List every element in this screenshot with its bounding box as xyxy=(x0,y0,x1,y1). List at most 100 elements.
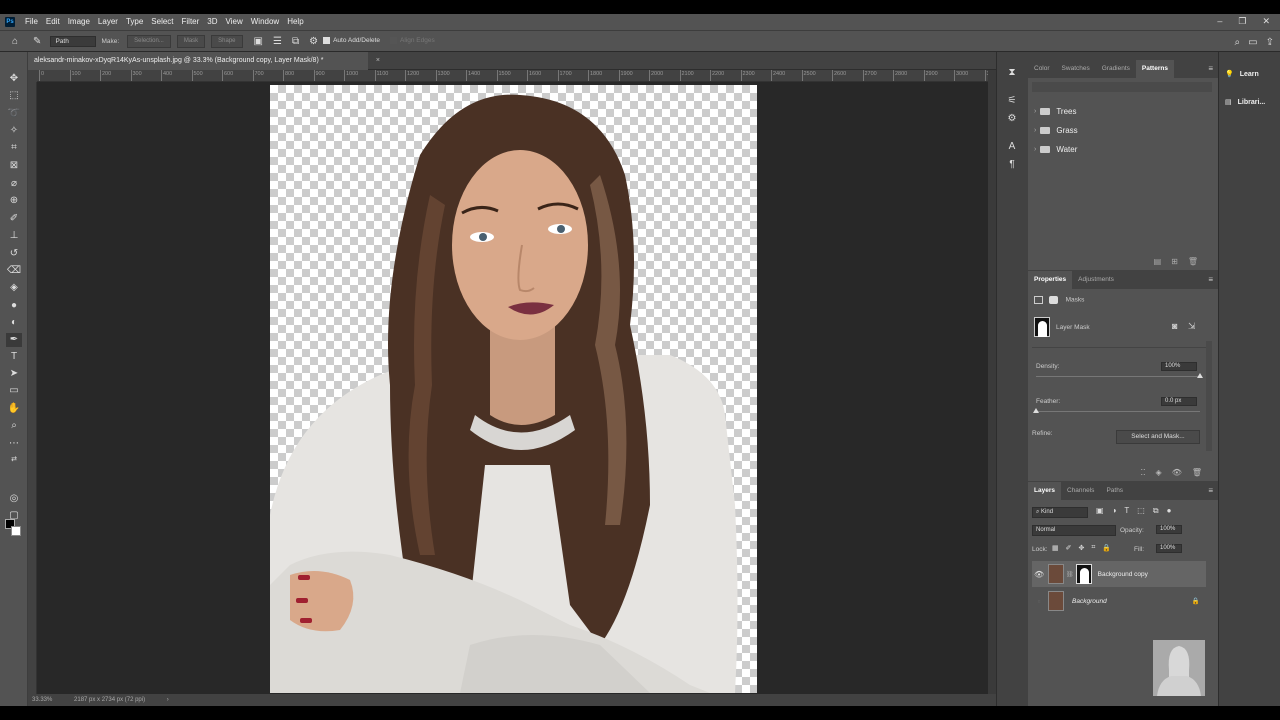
paint-bucket-tool-icon[interactable]: ◈ xyxy=(6,281,22,295)
history-icon[interactable]: ⧗ xyxy=(1005,66,1019,80)
tab-color[interactable]: Color xyxy=(1028,60,1056,78)
lock-position-icon[interactable]: ✥ xyxy=(1079,544,1085,552)
eye-icon[interactable]: 👁 xyxy=(1172,468,1182,477)
lock-all-icon[interactable]: 🔒 xyxy=(1102,544,1111,552)
dodge-tool-icon[interactable]: ◐ xyxy=(6,316,22,330)
menu-select[interactable]: Select xyxy=(147,14,177,30)
screen-mode-icon[interactable]: ▢ xyxy=(6,509,22,523)
more-tools-icon[interactable]: ⋯ xyxy=(6,437,22,451)
learn-panel-button[interactable]: 💡 Learn xyxy=(1225,70,1259,79)
filter-adjustment-icon[interactable]: ◑ xyxy=(1112,506,1117,516)
menu-file[interactable]: File xyxy=(21,14,42,30)
select-and-mask-button[interactable]: Select and Mask... xyxy=(1116,430,1200,444)
panel-menu-icon[interactable]: ≡ xyxy=(1208,486,1213,495)
character-icon[interactable]: A xyxy=(1005,140,1019,154)
tab-swatches[interactable]: Swatches xyxy=(1056,60,1096,78)
filter-smart-object-icon[interactable]: ⧉ xyxy=(1153,506,1159,516)
eye-icon[interactable]: 👁 xyxy=(1034,570,1044,579)
menu-edit[interactable]: Edit xyxy=(42,14,64,30)
crop-tool-icon[interactable]: ⌗ xyxy=(6,141,22,155)
panel-menu-icon[interactable]: ≡ xyxy=(1208,64,1213,73)
share-icon[interactable]: ⇪ xyxy=(1266,37,1274,48)
paragraph-icon[interactable]: ¶ xyxy=(1005,158,1019,172)
path-alignment-icon[interactable]: ☰ xyxy=(273,36,282,47)
density-field[interactable]: 100% xyxy=(1161,362,1197,371)
select-mask-icon[interactable]: ◙ xyxy=(1172,321,1177,331)
path-selection-tool-icon[interactable]: ➤ xyxy=(6,367,22,381)
marquee-tool-icon[interactable]: ⬚ xyxy=(6,89,22,103)
load-selection-icon[interactable]: ⁚⁚ xyxy=(1140,468,1145,477)
fill-field[interactable]: 100% xyxy=(1156,544,1182,553)
libraries-panel-button[interactable]: ▤ Librari... xyxy=(1225,98,1265,107)
lock-transparent-icon[interactable]: ▦ xyxy=(1052,544,1059,552)
blend-mode-select[interactable]: Normal xyxy=(1032,525,1116,536)
background-color-swatch[interactable] xyxy=(11,526,21,536)
layer-row-background[interactable]: ▫ Background 🔒 xyxy=(1032,588,1206,614)
tab-gradients[interactable]: Gradients xyxy=(1096,60,1136,78)
pattern-folder-grass[interactable]: › Grass xyxy=(1028,121,1218,140)
quick-selection-tool-icon[interactable]: ✧ xyxy=(6,124,22,138)
menu-layer[interactable]: Layer xyxy=(94,14,122,30)
adjustments-icon[interactable]: ⚟ xyxy=(1005,94,1019,108)
rectangle-tool-icon[interactable]: ▭ xyxy=(6,384,22,398)
feather-field[interactable]: 0.0 px xyxy=(1161,397,1197,406)
minimize-button[interactable]: – xyxy=(1217,14,1222,29)
new-pattern-icon[interactable]: ⊞ xyxy=(1171,257,1178,266)
menu-image[interactable]: Image xyxy=(64,14,94,30)
gear-icon[interactable]: ⚙ xyxy=(309,36,318,47)
swap-colors-icon[interactable]: ⇄ xyxy=(6,453,22,467)
pattern-folder-trees[interactable]: › Trees xyxy=(1028,102,1218,121)
make-selection-button[interactable]: Selection... xyxy=(127,34,171,48)
menu-view[interactable]: View xyxy=(222,14,247,30)
clone-stamp-tool-icon[interactable]: ⊥ xyxy=(6,229,22,243)
lock-pixels-icon[interactable]: ✐ xyxy=(1066,544,1072,552)
path-arrangement-icon[interactable]: ⧉ xyxy=(292,36,299,47)
status-arrow-icon[interactable]: › xyxy=(167,697,169,703)
layer-filter-kind-select[interactable]: ⌕ Kind xyxy=(1032,507,1088,518)
vector-mask-icon[interactable] xyxy=(1048,296,1058,304)
properties-scrollbar[interactable] xyxy=(1206,341,1212,451)
patterns-search-field[interactable] xyxy=(1032,82,1212,92)
history-brush-tool-icon[interactable]: ↺ xyxy=(6,247,22,261)
feather-slider[interactable] xyxy=(1033,408,1200,413)
eyedropper-tool-icon[interactable]: ⌀ xyxy=(6,177,22,191)
filter-toggle-icon[interactable]: ● xyxy=(1167,506,1172,516)
pen-tool-preset-icon[interactable]: ✎ xyxy=(33,36,41,47)
density-slider[interactable] xyxy=(1036,373,1203,378)
document-tab[interactable]: aleksandr-minakov-xDyqR14KyAs-unsplash.j… xyxy=(28,52,380,70)
pixel-mask-icon[interactable] xyxy=(1034,296,1043,304)
canvas-area[interactable] xyxy=(37,82,988,694)
type-tool-icon[interactable]: T xyxy=(6,350,22,364)
density-slider-thumb[interactable] xyxy=(1197,373,1203,378)
menu-help[interactable]: Help xyxy=(283,14,307,30)
apply-mask-icon[interactable]: ⇲ xyxy=(1188,321,1196,332)
panel-menu-icon[interactable]: ≡ xyxy=(1208,275,1213,284)
layer-name[interactable]: Background copy xyxy=(1098,571,1148,578)
layer-mask-thumbnail[interactable] xyxy=(1075,564,1092,584)
pen-mode-select[interactable]: Path xyxy=(50,35,97,47)
tab-channels[interactable]: Channels xyxy=(1061,482,1100,500)
tab-paths[interactable]: Paths xyxy=(1100,482,1129,500)
opacity-field[interactable]: 100% xyxy=(1156,525,1182,534)
menu-filter[interactable]: Filter xyxy=(178,14,204,30)
align-edges-checkbox[interactable]: Align Edges xyxy=(390,37,435,45)
zoom-level[interactable]: 33.33% xyxy=(32,697,52,703)
close-tab-icon[interactable]: × xyxy=(376,52,380,70)
healing-brush-tool-icon[interactable]: ⊕ xyxy=(6,194,22,208)
hand-tool-icon[interactable]: ✋ xyxy=(6,402,22,416)
eraser-tool-icon[interactable]: ⌫ xyxy=(6,264,22,278)
trash-icon[interactable]: 🗑 xyxy=(1188,257,1198,266)
make-mask-button[interactable]: Mask xyxy=(176,34,206,48)
make-shape-button[interactable]: Shape xyxy=(211,34,243,48)
layer-name[interactable]: Background xyxy=(1072,598,1107,605)
link-icon[interactable]: ⛓ xyxy=(1066,571,1074,578)
tab-patterns[interactable]: Patterns xyxy=(1135,60,1174,78)
filter-shape-icon[interactable]: ⬚ xyxy=(1137,506,1145,516)
filter-type-icon[interactable]: T xyxy=(1124,506,1129,516)
restore-button[interactable]: ❐ xyxy=(1238,14,1246,29)
new-group-icon[interactable]: ▤ xyxy=(1154,257,1162,266)
trash-icon[interactable]: 🗑 xyxy=(1192,468,1202,477)
lasso-tool-icon[interactable]: ➰ xyxy=(6,107,22,121)
document-canvas[interactable] xyxy=(270,85,757,693)
tab-adjustments[interactable]: Adjustments xyxy=(1072,271,1120,289)
